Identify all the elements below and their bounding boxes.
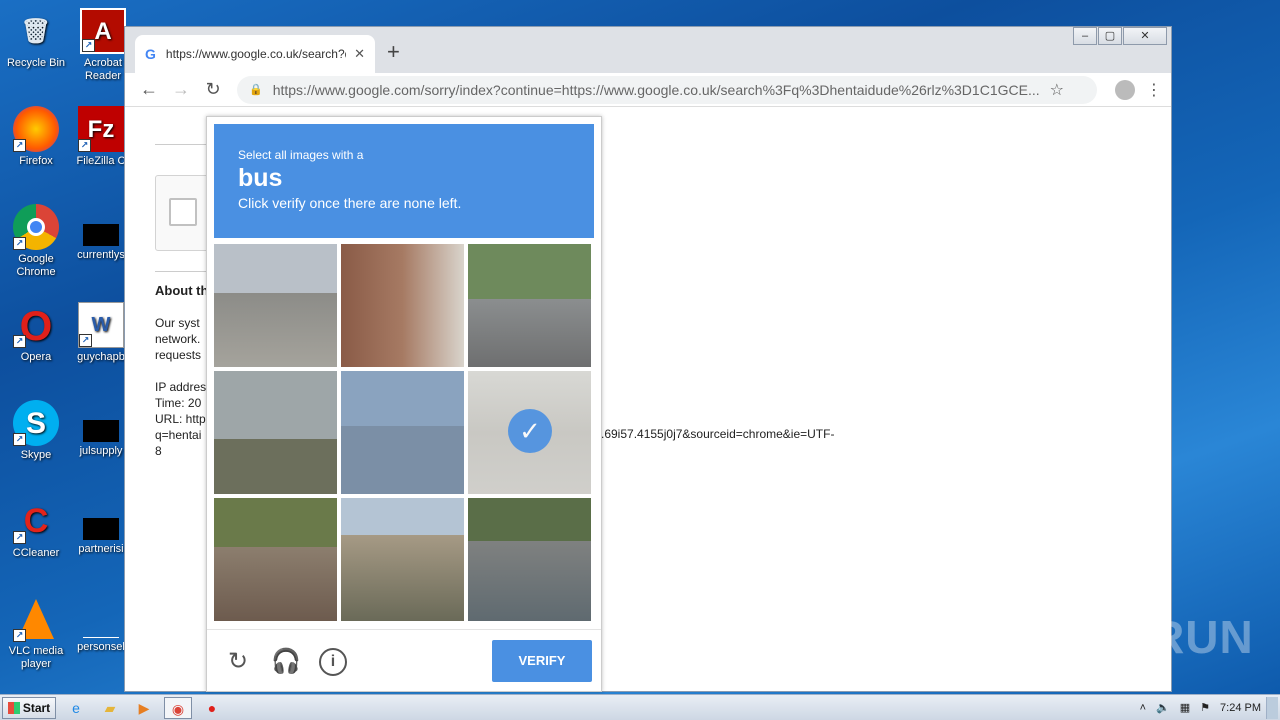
tab-strip: G https://www.google.co.uk/search?q ✕ + … bbox=[125, 27, 1171, 73]
filezilla-icon: Fz ↗ bbox=[78, 106, 124, 152]
back-arrow-icon[interactable]: ← bbox=[133, 79, 165, 100]
captcha-tile-traffic-light-street[interactable] bbox=[468, 244, 591, 367]
window-controls: – ▢ ✕ bbox=[1072, 27, 1167, 45]
image-grid: ✓ bbox=[214, 244, 594, 624]
desktop-icon-label: Recycle Bin bbox=[6, 57, 66, 69]
tray-expand-icon[interactable]: ˄ bbox=[1140, 702, 1146, 714]
desktop-icon-label: Opera bbox=[20, 351, 52, 363]
opera-taskbar-icon[interactable]: ● bbox=[198, 697, 226, 719]
redacted-icon bbox=[83, 224, 119, 246]
verify-button[interactable]: VERIFY bbox=[492, 640, 592, 682]
captcha-tile-palm-tree-road[interactable] bbox=[214, 371, 337, 494]
profile-avatar-icon[interactable] bbox=[1115, 79, 1135, 100]
show-desktop-button[interactable] bbox=[1266, 696, 1278, 719]
desktop-icon-recycle-bin[interactable]: 🗑 Recycle Bin bbox=[0, 8, 72, 70]
desktop-icon-label: VLC media player bbox=[8, 645, 64, 670]
tab-title: https://www.google.co.uk/search?q bbox=[165, 47, 347, 61]
opera-icon: O ↗ bbox=[13, 302, 59, 348]
chrome-icon: ↗ bbox=[13, 204, 59, 250]
action-center-flag-icon[interactable]: ⚑ bbox=[1200, 701, 1210, 714]
firefox-icon: ↗ bbox=[13, 106, 59, 152]
desktop-icon-label: Firefox bbox=[19, 155, 53, 167]
google-favicon-icon: G bbox=[145, 46, 156, 62]
browser-tab[interactable]: G https://www.google.co.uk/search?q ✕ bbox=[135, 35, 375, 73]
captcha-tile-highway-fog[interactable] bbox=[341, 371, 464, 494]
minimize-button[interactable]: – bbox=[1073, 27, 1097, 45]
start-label: Start bbox=[22, 700, 51, 715]
recaptcha-checkbox[interactable] bbox=[169, 198, 197, 226]
captcha-tile-road-overpass[interactable] bbox=[214, 244, 337, 367]
desktop-icon-chrome[interactable]: ↗ Google Chrome bbox=[0, 204, 72, 279]
anyrun-watermark: ANY RUN bbox=[1038, 611, 1254, 663]
audio-challenge-headphones-icon[interactable]: 🎧 bbox=[271, 648, 301, 676]
vlc-cone-icon: ↗ bbox=[13, 596, 59, 642]
captcha-tile-overpass-bridge[interactable] bbox=[341, 498, 464, 621]
bookmark-star-icon[interactable]: ☆ bbox=[1050, 80, 1064, 100]
skype-icon: S ↗ bbox=[13, 400, 59, 446]
ccleaner-icon: C ↗ bbox=[13, 498, 59, 544]
close-window-button[interactable]: ✕ bbox=[1123, 27, 1167, 45]
maximize-button[interactable]: ▢ bbox=[1098, 27, 1122, 45]
chrome-taskbar-icon[interactable]: ◉ bbox=[164, 696, 192, 719]
network-icon[interactable]: ▦ bbox=[1180, 701, 1190, 714]
desktop-icon-label: Google Chrome bbox=[16, 253, 56, 278]
desktop-icon-firefox[interactable]: ↗ Firefox bbox=[0, 106, 72, 168]
address-url: https://www.google.com/sorry/index?conti… bbox=[272, 81, 1040, 98]
explorer-folder-taskbar-icon[interactable]: ▰ bbox=[96, 697, 124, 719]
reload-icon[interactable]: ↻ bbox=[197, 79, 229, 100]
desktop-icon-label: CCleaner bbox=[12, 547, 60, 559]
start-button[interactable]: Start bbox=[2, 696, 56, 719]
acrobat-icon: A ↗ bbox=[80, 8, 126, 54]
captcha-tile-cars-on-road[interactable] bbox=[468, 498, 591, 621]
tab-close-icon[interactable]: ✕ bbox=[354, 46, 365, 62]
redacted-icon bbox=[83, 616, 119, 638]
volume-icon[interactable]: 🔈 bbox=[1156, 701, 1170, 714]
windows-logo-icon bbox=[7, 701, 20, 714]
lock-icon: 🔒 bbox=[249, 84, 263, 96]
target-object: bus bbox=[238, 164, 283, 192]
captcha-tile-bus-on-street[interactable] bbox=[214, 498, 337, 621]
redacted-icon bbox=[83, 518, 119, 540]
internet-explorer-taskbar-icon[interactable]: e bbox=[62, 697, 90, 719]
redacted-icon bbox=[83, 420, 119, 442]
recaptcha-challenge: Select all images with a bus Click verif… bbox=[206, 116, 602, 692]
desktop-icon-vlc[interactable]: ↗ VLC media player bbox=[0, 596, 72, 671]
challenge-header: Select all images with a bus Click verif… bbox=[214, 124, 594, 238]
captcha-tile-road-with-bus[interactable]: ✓ bbox=[468, 371, 591, 494]
browser-toolbar: ← → ↻ 🔒 https://www.google.com/sorry/ind… bbox=[125, 73, 1171, 107]
about-heading: About th bbox=[155, 283, 209, 298]
reload-challenge-icon[interactable]: ↻ bbox=[224, 648, 252, 676]
desktop-icon-skype[interactable]: S ↗ Skype bbox=[0, 400, 72, 462]
chrome-menu-icon[interactable]: ⋮ bbox=[1145, 80, 1163, 100]
captcha-tile-brick-houses[interactable] bbox=[341, 244, 464, 367]
media-player-taskbar-icon[interactable]: ▶ bbox=[130, 697, 158, 719]
challenge-footer: ↻ 🎧 i VERIFY bbox=[207, 629, 601, 691]
forward-arrow-icon[interactable]: → bbox=[165, 79, 197, 100]
selected-checkmark-icon: ✓ bbox=[508, 409, 552, 453]
desktop-icon-ccleaner[interactable]: C ↗ CCleaner bbox=[0, 498, 72, 560]
instruction-subtext: Click verify once there are none left. bbox=[238, 195, 462, 211]
request-url-tail: .69i57.4155j0j7&sourceid=chrome&ie=UTF- bbox=[601, 427, 835, 441]
new-tab-button[interactable]: + bbox=[387, 39, 400, 65]
address-bar[interactable]: 🔒 https://www.google.com/sorry/index?con… bbox=[237, 75, 1097, 104]
desktop-icon-opera[interactable]: O ↗ Opera bbox=[0, 302, 72, 364]
clock[interactable]: 7:24 PM bbox=[1220, 702, 1261, 714]
recycle-bin-icon: 🗑 bbox=[20, 17, 52, 45]
instruction-text: Select all images with a bbox=[238, 148, 364, 162]
help-info-icon[interactable]: i bbox=[319, 648, 347, 676]
desktop-icon-label: Skype bbox=[20, 449, 52, 461]
taskbar: Start e ▰ ▶ ◉ ● ˄ 🔈 ▦ ⚑ 7:24 PM bbox=[0, 694, 1280, 720]
system-tray: ˄ 🔈 ▦ ⚑ 7:24 PM bbox=[1135, 696, 1280, 719]
word-document-icon: W ↗ bbox=[78, 302, 124, 348]
